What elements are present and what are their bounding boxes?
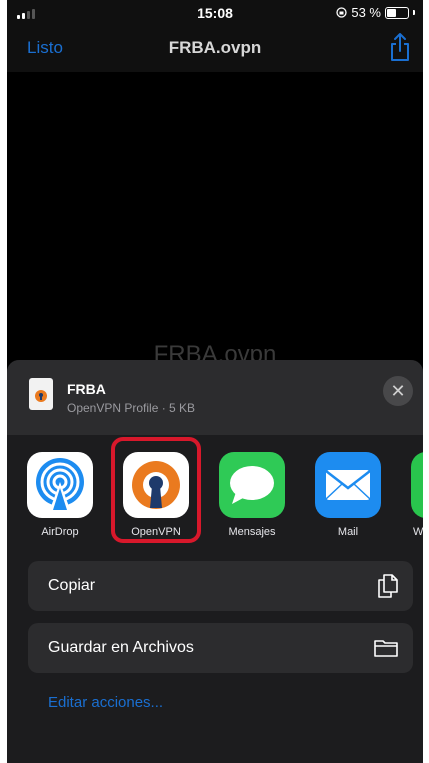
edit-actions-link[interactable]: Editar acciones... xyxy=(48,694,163,711)
app-label: W xyxy=(413,526,423,538)
battery-percent: 53 % xyxy=(351,5,381,20)
close-button[interactable]: ✕ xyxy=(383,376,413,406)
navigation-bar: Listo FRBA.ovpn xyxy=(7,26,423,72)
messages-icon xyxy=(219,452,285,518)
app-label: Mensajes xyxy=(228,526,276,538)
share-sheet-header: FRBA OpenVPN Profile · 5 KB ✕ xyxy=(7,360,423,435)
battery-icon xyxy=(385,6,409,19)
app-label: Mail xyxy=(337,526,359,538)
app-row: AirDrop OpenVPN Mensajes Mail W xyxy=(7,437,423,543)
app-label: AirDrop xyxy=(41,526,79,538)
selection-highlight xyxy=(111,437,201,543)
app-mail[interactable]: Mail xyxy=(313,452,383,538)
app-whatsapp[interactable]: W xyxy=(409,452,423,538)
save-to-files-action[interactable]: Guardar en Archivos xyxy=(28,623,413,673)
copy-action-label: Copiar xyxy=(48,577,96,594)
app-airdrop[interactable]: AirDrop xyxy=(25,452,95,538)
battery-tip xyxy=(413,10,415,15)
nav-title: FRBA.ovpn xyxy=(168,38,262,57)
copy-action[interactable]: Copiar xyxy=(28,561,413,611)
openvpn-file-icon xyxy=(29,378,53,410)
file-meta: OpenVPN Profile · 5 KB xyxy=(67,401,196,415)
phone-screen: 15:08 53 % Listo FRBA.ovpn FRBA.ovpn FRB… xyxy=(7,0,423,763)
mail-icon xyxy=(315,452,381,518)
copy-icon xyxy=(377,573,399,604)
save-to-files-label: Guardar en Archivos xyxy=(48,639,194,656)
folder-icon xyxy=(373,638,399,663)
whatsapp-icon xyxy=(411,452,423,518)
file-name: FRBA xyxy=(67,381,106,397)
share-sheet: FRBA OpenVPN Profile · 5 KB ✕ AirDrop Op… xyxy=(7,360,423,763)
airdrop-icon xyxy=(27,452,93,518)
share-button[interactable] xyxy=(389,32,411,67)
share-icon xyxy=(391,33,409,61)
battery-indicator: 53 % xyxy=(336,5,415,20)
orientation-lock-icon xyxy=(336,7,348,18)
status-bar: 15:08 53 % xyxy=(7,0,423,26)
app-messages[interactable]: Mensajes xyxy=(217,452,287,538)
close-icon: ✕ xyxy=(390,381,406,401)
